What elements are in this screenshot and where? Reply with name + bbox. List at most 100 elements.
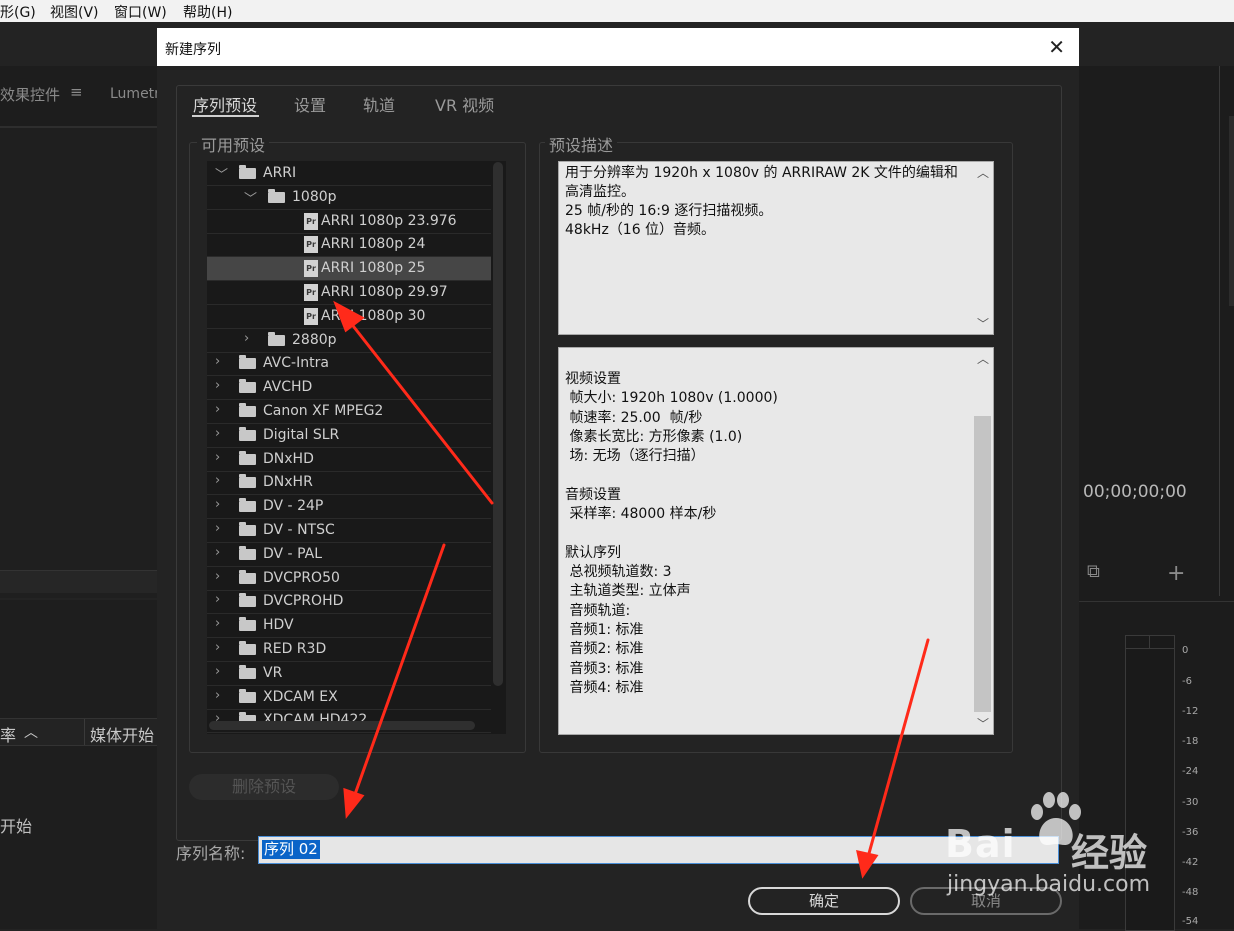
- preset-item-row[interactable]: Pr ARRI 1080p 29.97: [207, 281, 491, 305]
- chevron-right-icon[interactable]: ›: [215, 426, 220, 441]
- ok-button[interactable]: 确定: [748, 887, 900, 915]
- chevron-right-icon[interactable]: ›: [215, 497, 220, 512]
- preset-label: ARRI: [263, 165, 297, 181]
- scroll-down-icon[interactable]: ﹀: [977, 715, 989, 732]
- tab-lumetri[interactable]: Lumetri: [110, 86, 164, 102]
- detail-line: 帧速率: 25.00 帧/秒: [565, 409, 703, 426]
- menu-graphics[interactable]: 形(G): [0, 2, 36, 22]
- preset-folder-row[interactable]: › XDCAM EX: [207, 686, 491, 710]
- preset-folder-row[interactable]: › DV - NTSC: [207, 519, 491, 543]
- preset-item-row[interactable]: Pr ARRI 1080p 30: [207, 305, 491, 329]
- preset-folder-row[interactable]: › DNxHD: [207, 448, 491, 472]
- chevron-right-icon[interactable]: ›: [215, 569, 220, 584]
- chevron-right-icon[interactable]: ›: [215, 521, 220, 536]
- tree-vertical-scrollbar[interactable]: [493, 162, 503, 686]
- chevron-right-icon[interactable]: ›: [215, 378, 220, 393]
- chevron-right-icon[interactable]: ›: [215, 592, 220, 607]
- tab-settings[interactable]: 设置: [294, 92, 326, 116]
- meter-tick: -48: [1182, 887, 1199, 898]
- scroll-down-icon[interactable]: ﹀: [977, 315, 989, 332]
- preset-folder-row[interactable]: › RED R3D: [207, 638, 491, 662]
- folder-icon: [239, 355, 256, 370]
- delete-preset-button[interactable]: 删除预设: [189, 774, 339, 800]
- panel-scrollbar[interactable]: [0, 570, 157, 593]
- close-icon[interactable]: ✕: [1048, 35, 1065, 59]
- preset-description-box[interactable]: 用于分辨率为 1920h x 1080v 的 ARRIRAW 2K 文件的编辑和…: [558, 161, 994, 335]
- detail-line: 音频3: 标准: [565, 660, 644, 677]
- menu-help[interactable]: 帮助(H): [183, 2, 232, 22]
- preset-label: DNxHR: [263, 474, 313, 491]
- menubar: 形(G) 视图(V) 窗口(W) 帮助(H): [0, 0, 1234, 22]
- meter-tick: -12: [1182, 706, 1199, 717]
- sequence-name-input[interactable]: 序列 02: [258, 836, 1059, 864]
- chevron-right-icon[interactable]: ›: [215, 473, 220, 488]
- preset-folder-row[interactable]: › AVC-Intra: [207, 352, 491, 377]
- folder-icon: [239, 522, 256, 536]
- detail-line: 音频设置: [565, 486, 621, 503]
- preset-label: 2880p: [292, 331, 337, 348]
- chevron-down-icon[interactable]: ﹀: [244, 188, 257, 207]
- premiere-file-icon: Pr: [304, 307, 318, 325]
- effect-controls-panel-header: 效果控件 ≡ Lumetri: [0, 66, 164, 126]
- scroll-up-icon[interactable]: ︿: [977, 350, 989, 367]
- preset-folder-row[interactable]: ﹀ 1080p: [207, 186, 491, 210]
- preset-label: ARRI 1080p 30: [321, 307, 426, 324]
- preset-description-text: 用于分辨率为 1920h x 1080v 的 ARRIRAW 2K 文件的编辑和…: [565, 164, 965, 240]
- preset-folder-row[interactable]: › VR: [207, 662, 491, 686]
- tree-horizontal-scrollbar[interactable]: [209, 721, 475, 730]
- preset-folder-row[interactable]: › DNxHR: [207, 471, 491, 496]
- chevron-right-icon[interactable]: ›: [215, 545, 220, 560]
- chevron-right-icon[interactable]: ›: [215, 402, 220, 417]
- preset-label: DV - NTSC: [263, 522, 335, 538]
- preset-label: ARRI 1080p 25: [321, 260, 426, 277]
- menu-window[interactable]: 窗口(W): [114, 2, 167, 22]
- preset-label: DVCPROHD: [263, 593, 344, 610]
- timecode-display[interactable]: 00;00;00;00: [1083, 482, 1187, 502]
- preset-tree[interactable]: ﹀ ARRI ﹀ 1080p Pr ARRI 1080p 23.976 Pr ARRI 108…: [207, 161, 506, 734]
- preset-folder-row[interactable]: › DV - 24P: [207, 495, 491, 520]
- preset-folder-row[interactable]: › Digital SLR: [207, 424, 491, 448]
- preset-label: HDV: [263, 617, 294, 634]
- preset-folder-row[interactable]: › Canon XF MPEG2: [207, 400, 491, 424]
- preset-folder-row[interactable]: › AVCHD: [207, 376, 491, 401]
- preset-label: Canon XF MPEG2: [263, 403, 384, 419]
- details-scrollbar-thumb[interactable]: [974, 416, 991, 712]
- preset-folder-row[interactable]: › 2880p: [207, 329, 491, 353]
- folder-icon: [268, 331, 285, 346]
- premiere-file-icon: Pr: [304, 284, 318, 301]
- description-line: 用于分辨率为 1920h x 1080v 的 ARRIRAW 2K 文件的编辑和: [565, 165, 958, 181]
- panel-edge: [1229, 116, 1234, 306]
- preset-item-row[interactable]: Pr ARRI 1080p 24: [207, 233, 491, 258]
- chevron-right-icon[interactable]: ›: [215, 450, 220, 465]
- column-frame-rate[interactable]: 率: [0, 722, 16, 746]
- preset-details-box[interactable]: ︿ ﹀ 视频设置 帧大小: 1920h 1080v (1.0000) 帧速率: …: [558, 347, 994, 735]
- chevron-right-icon[interactable]: ›: [215, 640, 220, 655]
- add-button-icon[interactable]: +: [1167, 561, 1185, 586]
- preset-item-row[interactable]: Pr ARRI 1080p 23.976: [207, 210, 491, 234]
- preset-folder-row[interactable]: › DV - PAL: [207, 543, 491, 567]
- chevron-right-icon[interactable]: ›: [215, 354, 220, 369]
- chevron-right-icon[interactable]: ›: [215, 664, 220, 679]
- tab-effect-controls[interactable]: 效果控件: [0, 84, 60, 105]
- preset-item-row[interactable]: Pr ARRI 1080p 25: [207, 257, 491, 282]
- chevron-right-icon[interactable]: ›: [244, 331, 249, 346]
- scroll-up-icon[interactable]: ︿: [977, 164, 989, 181]
- panel-menu-icon[interactable]: ≡: [70, 83, 83, 101]
- chevron-down-icon[interactable]: ﹀: [215, 164, 228, 183]
- preset-folder-row[interactable]: ﹀ ARRI: [207, 162, 491, 186]
- preset-label: XDCAM EX: [263, 688, 338, 705]
- folder-icon: [239, 403, 256, 417]
- tab-tracks[interactable]: 轨道: [363, 92, 395, 116]
- preset-folder-row[interactable]: › DVCPRO50: [207, 567, 491, 591]
- preset-folder-row[interactable]: › DVCPROHD: [207, 590, 491, 615]
- export-frame-icon[interactable]: ⧉: [1087, 561, 1100, 582]
- column-media-start[interactable]: 媒体开始: [90, 722, 154, 746]
- detail-line: 音频4: 标准: [565, 679, 644, 696]
- menu-view[interactable]: 视图(V): [50, 2, 99, 22]
- tab-sequence-presets[interactable]: 序列预设: [193, 92, 257, 116]
- sort-ascending-icon[interactable]: ︿: [24, 722, 38, 742]
- chevron-right-icon[interactable]: ›: [215, 688, 220, 703]
- tab-vr-video[interactable]: VR 视频: [435, 92, 494, 116]
- chevron-right-icon[interactable]: ›: [215, 616, 220, 631]
- preset-folder-row[interactable]: › HDV: [207, 614, 491, 639]
